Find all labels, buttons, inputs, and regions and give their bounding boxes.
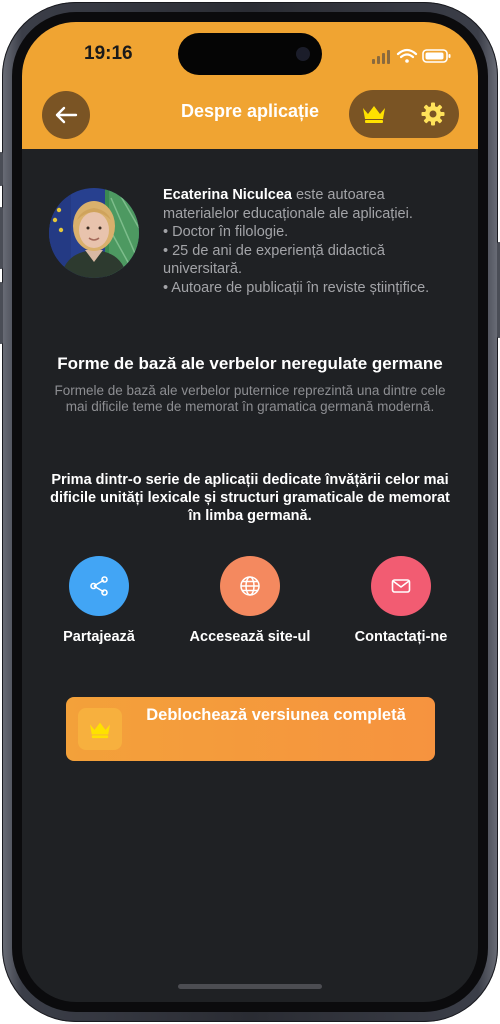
share-circle[interactable]	[69, 556, 129, 616]
crown-icon[interactable]	[361, 102, 387, 124]
front-camera	[296, 47, 310, 61]
gear-icon[interactable]	[421, 102, 445, 126]
share-button[interactable]: Partajează	[24, 556, 174, 645]
website-circle[interactable]	[220, 556, 280, 616]
app-description: Formele de bază ale verbelor puternice r…	[54, 383, 446, 414]
author-name: Ecaterina Niculcea	[163, 187, 292, 203]
home-indicator[interactable]	[178, 984, 322, 989]
contact-button[interactable]: Contactați-ne	[326, 556, 476, 645]
globe-icon	[240, 576, 260, 596]
share-icon	[90, 576, 108, 596]
status-icons	[372, 48, 451, 64]
series-text: Prima dintr-o serie de aplicații dedicat…	[50, 472, 450, 524]
back-button[interactable]	[42, 91, 90, 139]
volume-down-button	[0, 282, 3, 344]
unlock-icon-box	[78, 708, 122, 750]
page-title: Despre aplicație	[180, 101, 320, 121]
author-bullet: • Doctor în filologie.	[163, 224, 289, 240]
dynamic-island	[178, 33, 322, 75]
header-actions	[349, 90, 459, 138]
wifi-icon	[396, 48, 418, 63]
share-label: Partajează	[63, 629, 135, 645]
arrow-left-icon	[55, 106, 78, 124]
author-bullet: • 25 de ani de experiență didactică univ…	[163, 242, 385, 278]
battery-icon	[422, 49, 451, 63]
website-label: Accesează site-ul	[189, 629, 311, 645]
unlock-label: Deblochează versiunea completă	[146, 706, 406, 724]
status-time: 19:16	[84, 43, 133, 64]
author-avatar	[49, 188, 139, 278]
author-bullet: • Autoare de publicații în reviste știin…	[163, 279, 430, 296]
crown-icon	[90, 722, 110, 739]
author-bio: Ecaterina Niculcea este autoarea materia…	[163, 186, 463, 297]
volume-up-button	[0, 207, 3, 269]
app-header: 19:16 Despre aplicație	[22, 22, 478, 149]
action-button	[0, 152, 3, 186]
contact-label: Contactați-ne	[354, 629, 448, 645]
app-screen: 19:16 Despre aplicație Ecaterina Niculce…	[22, 22, 478, 1002]
cellular-signal-icon	[372, 50, 390, 64]
mail-icon	[391, 579, 411, 593]
website-button[interactable]: Accesează site-ul	[175, 556, 325, 645]
contact-circle[interactable]	[371, 556, 431, 616]
unlock-full-version-button[interactable]: Deblochează versiunea completă	[66, 697, 435, 761]
app-title: Forme de bază ale verbelor neregulate ge…	[57, 354, 443, 373]
